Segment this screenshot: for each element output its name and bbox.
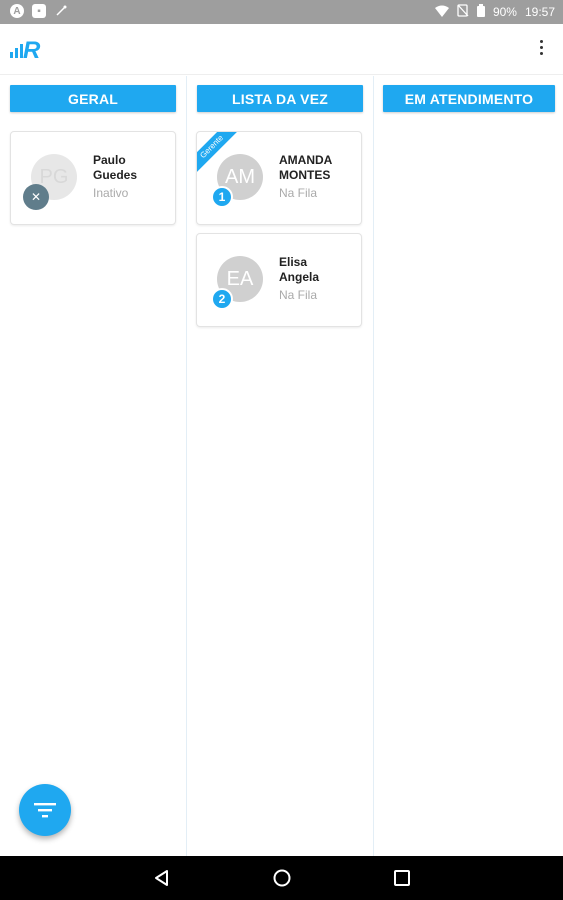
close-icon: ✕ — [30, 190, 42, 204]
battery-icon — [476, 4, 485, 20]
column-geral-header[interactable]: GERAL — [10, 85, 176, 112]
employee-card-paulo[interactable]: PG ✕ Paulo Guedes Inativo — [10, 131, 176, 225]
home-icon[interactable] — [272, 868, 292, 888]
employee-card-elisa[interactable]: EA 2 Elisa Angela Na Fila — [196, 233, 362, 327]
column-em-atendimento: EM ATENDIMENTO — [374, 76, 563, 856]
system-nav-bar — [0, 856, 563, 900]
status-bar: A ▪ 90% 19:57 — [0, 0, 563, 24]
recents-icon[interactable] — [392, 868, 412, 888]
no-sim-icon — [457, 4, 469, 20]
app-logo: R — [10, 36, 50, 67]
employee-name: Paulo Guedes — [93, 153, 138, 182]
remove-button[interactable]: ✕ — [23, 184, 49, 210]
queue-position-badge: 1 — [211, 186, 233, 208]
filter-button[interactable] — [19, 784, 71, 836]
employee-card-amanda[interactable]: Gerente AM 1 AMANDA MONTES Na Fila — [196, 131, 362, 225]
wifi-icon — [434, 5, 449, 20]
android-notification-icon: A — [10, 4, 24, 18]
battery-level: 90% — [492, 5, 517, 19]
employee-status: Na Fila — [279, 186, 318, 200]
employee-name: Elisa Angela — [279, 255, 320, 284]
more-vertical-icon[interactable] — [537, 40, 545, 58]
employee-name: AMANDA MONTES — [279, 153, 333, 182]
filter-icon — [34, 803, 56, 818]
employee-status: Na Fila — [279, 288, 318, 302]
queue-position-badge: 2 — [211, 288, 233, 310]
app-bar: R — [0, 24, 563, 75]
back-icon[interactable] — [152, 868, 172, 888]
app-notification-icon: ▪ — [32, 4, 46, 18]
employee-status: Inativo — [93, 186, 129, 200]
column-atendimento-header[interactable]: EM ATENDIMENTO — [383, 85, 555, 112]
clock: 19:57 — [524, 5, 555, 19]
column-lista-header[interactable]: LISTA DA VEZ — [197, 85, 363, 112]
column-geral: GERAL PG ✕ Paulo Guedes Inativo — [0, 76, 187, 856]
svg-text:R: R — [23, 37, 41, 62]
usb-icon — [54, 4, 68, 18]
column-lista-da-vez: LISTA DA VEZ Gerente AM 1 AMANDA MONTES … — [187, 76, 374, 856]
